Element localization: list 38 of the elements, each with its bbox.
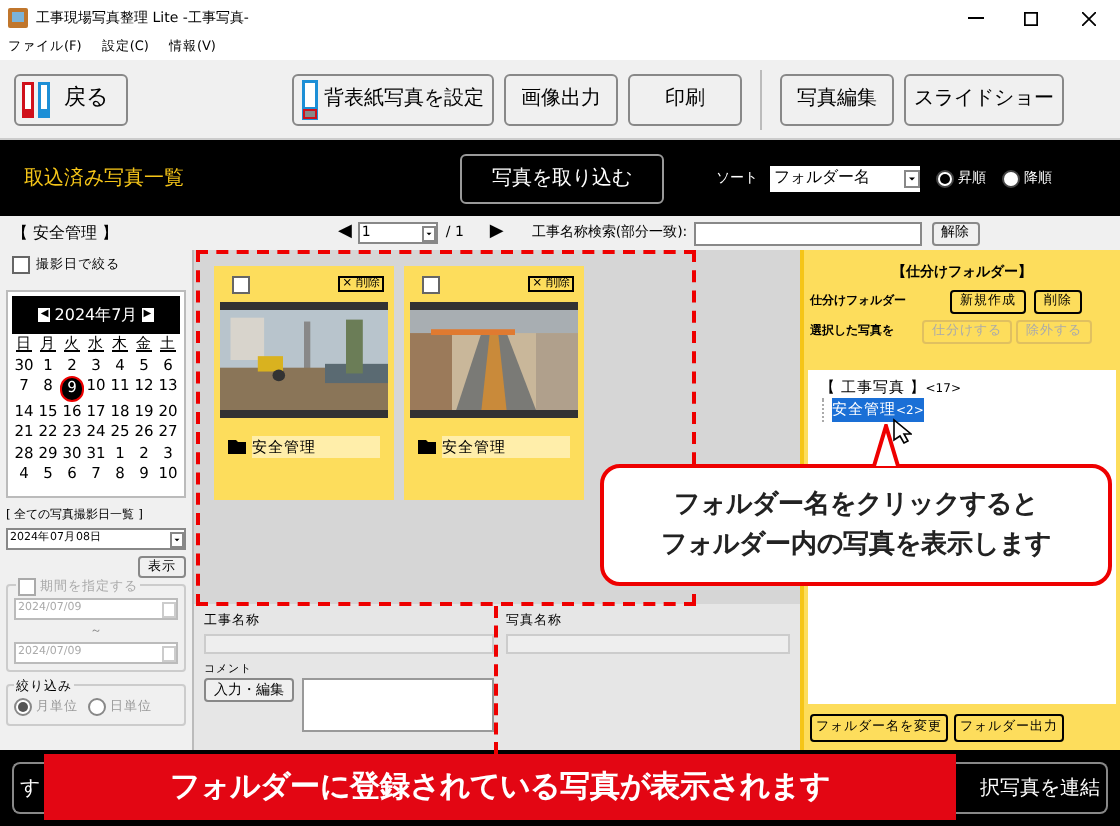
binder-icon: [22, 81, 52, 117]
photo-name-field[interactable]: [506, 633, 790, 654]
close-icon[interactable]: [1082, 11, 1096, 25]
current-folder: 【 安全管理 】: [12, 221, 121, 245]
calendar-month: 2024年7月: [54, 303, 138, 327]
narrow-radio[interactable]: [88, 698, 106, 717]
photo-checkbox[interactable]: [232, 275, 250, 293]
toolbar-button[interactable]: スライドショー: [904, 73, 1064, 125]
maximize-icon[interactable]: [1024, 11, 1038, 25]
dropdown-icon: [170, 531, 184, 547]
app-icon: [8, 8, 28, 28]
spine-icon: [302, 79, 318, 119]
toolbar-button[interactable]: 写真編集: [780, 73, 894, 125]
next-page-button[interactable]: ▶: [489, 219, 504, 247]
prev-page-button[interactable]: ◀: [338, 219, 352, 247]
cursor-icon: [892, 418, 912, 445]
comment-field[interactable]: [302, 678, 494, 732]
back-button[interactable]: 戻る: [14, 73, 128, 125]
toolbar-button[interactable]: 印刷: [628, 73, 742, 125]
photo-checkbox[interactable]: [422, 275, 440, 293]
sort-select[interactable]: フォルダー名: [770, 165, 920, 191]
import-button[interactable]: 写真を取り込む: [460, 153, 664, 203]
toolbar-button[interactable]: 背表紙写真を設定: [292, 73, 494, 125]
callout-text: フォルダー名をクリックすると: [674, 487, 1038, 523]
caption-text: フォルダーに登録されている写真が表示されます: [170, 766, 830, 809]
search-field[interactable]: [693, 221, 922, 245]
filter-checkbox[interactable]: [12, 256, 30, 274]
callout-text: フォルダー内の写真を表示します: [661, 527, 1051, 563]
dropdown-icon: [421, 225, 436, 241]
toolbar-button[interactable]: 画像出力: [504, 73, 618, 125]
order-radio[interactable]: [1002, 169, 1020, 187]
folder-icon: [228, 440, 246, 455]
section-title: 取込済み写真一覧: [24, 165, 186, 193]
project-name-field[interactable]: [204, 633, 494, 654]
order-radio[interactable]: [936, 169, 954, 187]
narrow-radio[interactable]: [14, 698, 32, 717]
dropdown-icon: [904, 169, 920, 187]
folder-icon: [418, 440, 436, 455]
